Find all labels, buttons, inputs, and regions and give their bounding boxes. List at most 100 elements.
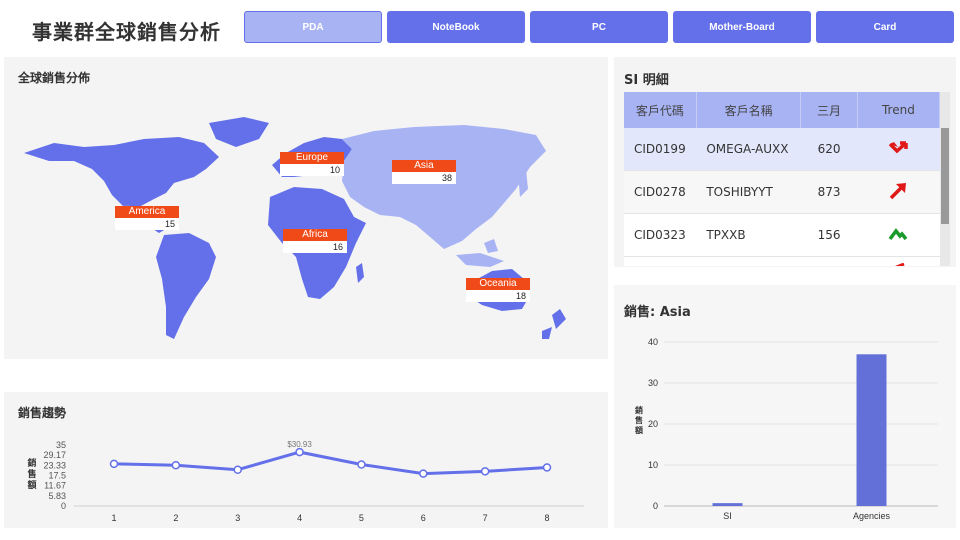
x-tick-label: Agencies — [853, 511, 891, 521]
bar-agencies — [856, 354, 887, 506]
trend-cell — [857, 128, 940, 171]
march-value: 620 — [800, 128, 858, 171]
table-header-row: 客戶代碼 客戶名稱 三月 Trend — [624, 92, 941, 128]
sales-trend-panel: 銷售趨勢 0 5.83 11.67 17.5 23.33 29.17 35 銷售額 1 2 3 4 5 6… — [4, 392, 608, 528]
x-tick-label: 7 — [483, 513, 488, 523]
table-row[interactable]: CID0199 OMEGA-AUXX 620 — [624, 128, 940, 171]
table-row[interactable]: CID0278 TOSHIBYYT 873 — [624, 170, 940, 214]
y-tick-label: 35 — [56, 440, 66, 450]
data-point — [295, 447, 304, 457]
down-arrow-icon — [895, 262, 905, 266]
x-tick-label: 2 — [173, 513, 178, 523]
x-tick-label: 8 — [544, 513, 549, 523]
map-marker-oceania[interactable]: Oceania 18 — [466, 278, 530, 302]
y-axis-label-char: 售 — [26, 468, 36, 479]
customer-name: OMEGA-AUXX — [696, 128, 801, 171]
world-map-panel: 全球銷售分佈 Europe 10 Asia 38 America 15 Afri… — [4, 57, 608, 359]
marker-name: Africa — [283, 229, 347, 241]
region-indonesia — [456, 253, 504, 267]
asia-sales-panel: 銷售: Asia 0 10 20 30 40 銷售額 SI Agencies — [614, 285, 956, 528]
region-north-america — [24, 137, 219, 207]
peak-data-label: $30.93 — [287, 440, 312, 449]
column-header[interactable]: 三月 — [800, 92, 858, 128]
y-axis-label-char: 銷 — [635, 405, 643, 415]
x-tick-label: 3 — [235, 513, 240, 523]
marker-value: 38 — [392, 172, 456, 184]
marker-name: Europe — [280, 152, 344, 164]
march-value: 156 — [800, 213, 858, 257]
y-tick-label: 0 — [653, 501, 658, 511]
data-point — [542, 463, 552, 472]
region-madagascar — [356, 263, 364, 283]
data-point — [480, 467, 490, 476]
region-japan — [518, 169, 528, 197]
vertical-scrollbar[interactable] — [940, 92, 950, 266]
x-tick-label: 1 — [111, 513, 116, 523]
customer-code: CID0278 — [624, 170, 697, 214]
product-tabs: PDA NoteBook PC Mother-Board Card — [244, 11, 954, 43]
customer-code: CID0323 — [624, 213, 697, 257]
column-header[interactable]: 客戶名稱 — [696, 92, 802, 128]
marker-value: 18 — [466, 290, 530, 302]
marker-value: 16 — [283, 241, 347, 253]
y-tick-label: 17.5 — [48, 471, 66, 481]
data-point — [171, 460, 181, 470]
marker-name: America — [115, 206, 179, 218]
y-tick-label: 23.33 — [43, 460, 66, 470]
region-greenland — [209, 117, 269, 147]
data-point — [109, 459, 119, 469]
data-point — [357, 460, 366, 469]
map-marker-africa[interactable]: Africa 16 — [283, 229, 347, 253]
tab-notebook[interactable]: NoteBook — [387, 11, 525, 43]
marker-value: 15 — [115, 218, 179, 230]
y-tick-label: 11.67 — [44, 481, 66, 491]
marker-name: Asia — [392, 160, 456, 172]
table-row[interactable]: CID0323 TPXXB 156 — [624, 213, 940, 257]
si-detail-panel: SI 明細 客戶代碼 客戶名稱 三月 Trend CID0199 OMEGA-A… — [614, 57, 956, 267]
table-row[interactable] — [624, 256, 940, 266]
world-map — [24, 117, 566, 339]
y-tick-label: 0 — [61, 501, 66, 511]
y-axis-label-char: 售 — [634, 415, 643, 425]
y-tick-label: 40 — [648, 337, 658, 347]
map-marker-america[interactable]: America 15 — [115, 206, 179, 230]
marker-value: 10 — [280, 164, 344, 176]
y-tick-label: 29.17 — [43, 450, 66, 460]
tab-pc[interactable]: PC — [530, 11, 668, 43]
data-point — [233, 465, 242, 474]
march-value: 873 — [800, 170, 858, 214]
tab-mother-board[interactable]: Mother-Board — [673, 11, 811, 43]
x-tick-label: 6 — [421, 513, 426, 523]
x-tick-label: 4 — [297, 513, 302, 523]
region-asia — [342, 125, 546, 249]
asia-sales-chart: 0 10 20 30 40 銷售額 SI Agencies — [634, 337, 938, 521]
up-bounce-icon — [888, 227, 908, 240]
up-arrow-icon — [890, 182, 907, 199]
page-title: 事業群全球銷售分析 — [32, 20, 221, 44]
marker-name: Oceania — [466, 278, 530, 290]
data-point — [419, 469, 428, 478]
y-axis-label-char: 額 — [26, 479, 36, 490]
column-header[interactable]: Trend — [857, 92, 941, 128]
trend-cell — [857, 256, 940, 266]
tab-card[interactable]: Card — [816, 11, 954, 43]
down-arrow-icon — [889, 140, 909, 153]
tab-pda[interactable]: PDA — [244, 11, 382, 43]
region-south-america — [156, 233, 216, 339]
scrollbar-thumb[interactable] — [941, 128, 949, 224]
sales-trend-chart: 05.8311.6717.523.3329.1735 銷售額 1 2 3 4 5 6 7 8 $30… — [26, 440, 584, 523]
column-header[interactable]: 客戶代碼 — [624, 92, 697, 128]
si-table-container: 客戶代碼 客戶名稱 三月 Trend CID0199 OMEGA-AUXX 62… — [624, 92, 950, 266]
customer-name: TOSHIBYYT — [696, 170, 801, 214]
map-marker-europe[interactable]: Europe 10 — [280, 152, 344, 176]
region-new-zealand — [552, 309, 566, 329]
y-tick-label: 20 — [648, 419, 658, 429]
si-table: 客戶代碼 客戶名稱 三月 Trend CID0199 OMEGA-AUXX 62… — [624, 92, 941, 266]
x-tick-label: SI — [723, 511, 732, 521]
trend-cell — [857, 170, 940, 214]
y-tick-label: 5.83 — [48, 491, 66, 501]
y-tick-label: 10 — [648, 460, 658, 470]
map-marker-asia[interactable]: Asia 38 — [392, 160, 456, 184]
x-tick-label: 5 — [359, 513, 364, 523]
si-panel-title: SI 明細 — [624, 73, 669, 88]
